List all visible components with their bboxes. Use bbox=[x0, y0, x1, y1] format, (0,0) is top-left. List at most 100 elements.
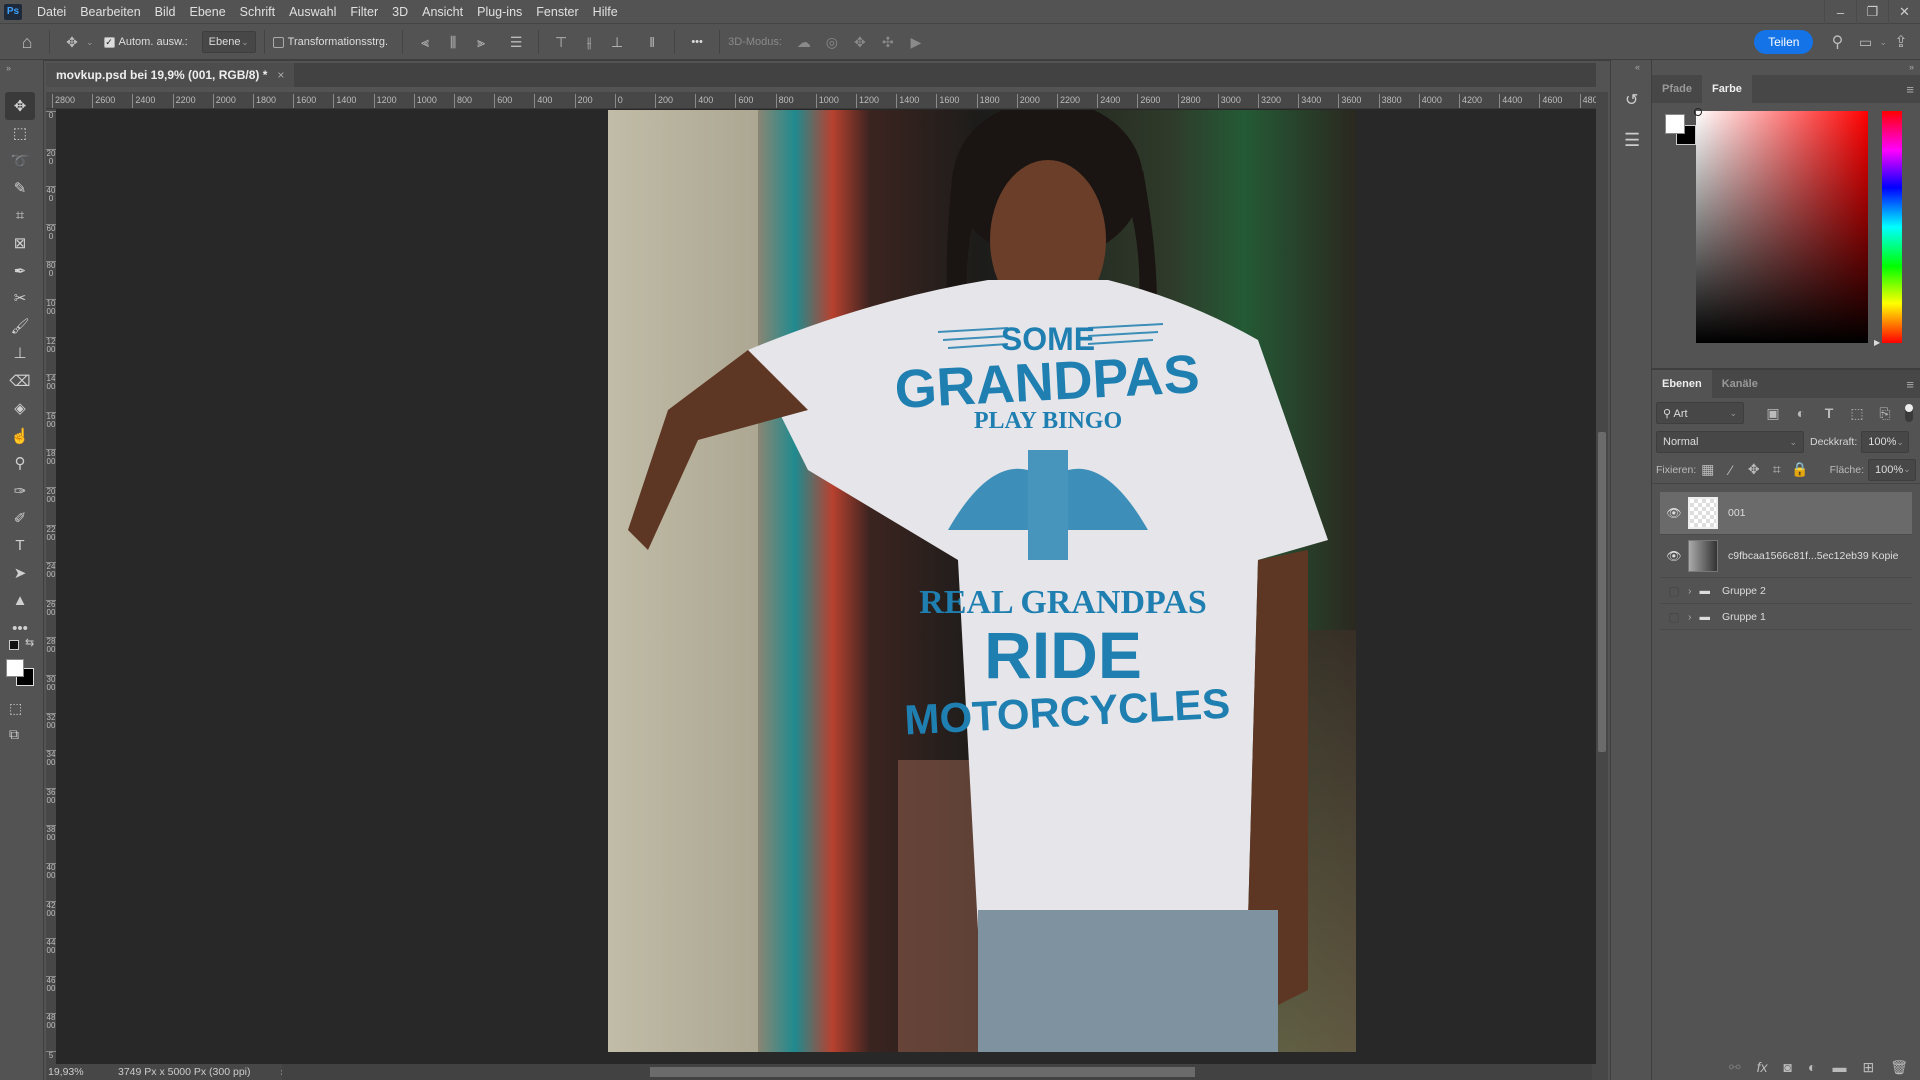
color-picker-cursor[interactable] bbox=[1694, 108, 1702, 116]
layer-row[interactable]: 👁 001 bbox=[1660, 492, 1912, 535]
color-picker-field[interactable] bbox=[1696, 111, 1868, 343]
filter-type-icon[interactable]: T bbox=[1818, 402, 1840, 424]
chevron-down-icon[interactable]: ⌄ bbox=[1903, 464, 1911, 475]
new-layer-icon[interactable]: ⊞ bbox=[1862, 1059, 1874, 1076]
horizontal-scrollbar[interactable] bbox=[282, 1064, 1592, 1080]
libraries-icon[interactable]: ☰ bbox=[1624, 130, 1640, 151]
tab-farbe[interactable]: Farbe bbox=[1701, 75, 1752, 103]
move-tool-preset-icon[interactable]: ✥ bbox=[61, 31, 83, 53]
menu-3d[interactable]: 3D bbox=[385, 5, 415, 19]
screen-mode-icon[interactable]: ⧉ bbox=[9, 726, 19, 743]
workspace-icon[interactable]: ▭ bbox=[1854, 31, 1876, 53]
curvature-pen-tool-icon[interactable]: ✐ bbox=[5, 505, 35, 533]
close-tab-icon[interactable]: × bbox=[277, 68, 284, 82]
horizontal-scrollbar-thumb[interactable] bbox=[650, 1067, 1195, 1077]
share-export-icon[interactable]: ⇪ bbox=[1890, 31, 1912, 53]
auto-select-target-dropdown[interactable]: Ebene ⌄ bbox=[201, 31, 256, 53]
filter-adjustment-icon[interactable]: ◐ bbox=[1790, 402, 1812, 424]
menu-plugins[interactable]: Plug-ins bbox=[470, 5, 529, 19]
visibility-box[interactable]: ▢ bbox=[1660, 610, 1688, 624]
menu-hilfe[interactable]: Hilfe bbox=[586, 5, 625, 19]
filter-shape-icon[interactable]: ⬚ bbox=[1846, 402, 1868, 424]
chevron-down-icon[interactable]: ⌄ bbox=[1879, 37, 1887, 48]
collapse-panels-icon[interactable]: « bbox=[1635, 62, 1640, 72]
menu-datei[interactable]: Datei bbox=[30, 5, 73, 19]
layer-group-row[interactable]: ▢ › ▬ Gruppe 1 bbox=[1660, 604, 1912, 630]
foreground-color-swatch[interactable] bbox=[1665, 114, 1685, 134]
auto-select-checkbox[interactable]: ✓ Autom. ausw.: bbox=[103, 36, 188, 48]
move-tool-icon[interactable]: ✥ bbox=[5, 92, 35, 120]
frame-tool-icon[interactable]: ⊠ bbox=[5, 230, 35, 258]
type-tool-icon[interactable]: T bbox=[5, 532, 35, 560]
path-select-tool-icon[interactable]: ➤ bbox=[5, 560, 35, 588]
tab-ebenen[interactable]: Ebenen bbox=[1652, 370, 1712, 398]
quick-mask-icon[interactable]: ⬚ bbox=[9, 700, 22, 717]
filter-toggle[interactable] bbox=[1905, 404, 1913, 422]
zoom-level[interactable]: 19,93% bbox=[48, 1066, 108, 1078]
3d-orbit-icon[interactable]: ☁ bbox=[793, 31, 815, 53]
menu-bearbeiten[interactable]: Bearbeiten bbox=[73, 5, 147, 19]
fx-icon[interactable]: fx bbox=[1757, 1059, 1768, 1076]
align-left-icon[interactable]: ⫷ bbox=[414, 31, 436, 53]
visibility-eye-icon[interactable]: 👁 bbox=[1660, 506, 1688, 520]
search-icon[interactable]: ⚲ bbox=[1826, 31, 1848, 53]
marquee-tool-icon[interactable]: ⬚ bbox=[5, 120, 35, 148]
home-icon[interactable]: ⌂ bbox=[16, 31, 38, 53]
canvas-area[interactable]: SOME GRANDPAS PLAY BINGO REAL GRANDPAS R… bbox=[56, 109, 1596, 1064]
add-mask-icon[interactable]: ◙ bbox=[1784, 1059, 1792, 1076]
document-image[interactable]: SOME GRANDPAS PLAY BINGO REAL GRANDPAS R… bbox=[608, 110, 1356, 1052]
close-window-button[interactable]: ✕ bbox=[1888, 0, 1920, 24]
share-button[interactable]: Teilen bbox=[1754, 30, 1814, 54]
menu-ebene[interactable]: Ebene bbox=[183, 5, 233, 19]
chevron-right-icon[interactable]: › bbox=[1688, 585, 1692, 597]
filter-smart-object-icon[interactable]: ⎘ bbox=[1874, 402, 1896, 424]
hue-slider-handle[interactable]: ▶ bbox=[1874, 338, 1880, 347]
shape-tool-icon[interactable]: ▲ bbox=[5, 587, 35, 615]
menu-schrift[interactable]: Schrift bbox=[233, 5, 282, 19]
menu-ansicht[interactable]: Ansicht bbox=[415, 5, 470, 19]
smudge-tool-icon[interactable]: ☝ bbox=[5, 422, 35, 450]
lock-artboard-icon[interactable]: ⌗ bbox=[1768, 459, 1785, 481]
dodge-tool-icon[interactable]: ⚲ bbox=[5, 450, 35, 478]
document-tab[interactable]: movkup.psd bei 19,9% (001, RGB/8) * × bbox=[46, 63, 295, 87]
lock-pixels-icon[interactable]: ⁄ bbox=[1722, 459, 1739, 481]
tab-pfade[interactable]: Pfade bbox=[1652, 75, 1702, 103]
distribute-vertical-icon[interactable]: ‖ bbox=[641, 31, 663, 53]
hue-slider[interactable] bbox=[1882, 111, 1902, 343]
transform-controls-checkbox[interactable]: Transformationsstrg. bbox=[272, 36, 388, 48]
filter-pixel-icon[interactable]: ▣ bbox=[1762, 402, 1784, 424]
menu-fenster[interactable]: Fenster bbox=[529, 5, 585, 19]
checkbox-unchecked-icon[interactable] bbox=[272, 36, 284, 48]
stamp-tool-icon[interactable]: ⊥ bbox=[5, 340, 35, 368]
foreground-color-swatch[interactable] bbox=[6, 659, 24, 677]
layer-row[interactable]: 👁 c9fbcaa1566c81f...5ec12eb39 Kopie bbox=[1660, 535, 1912, 578]
3d-pan-icon[interactable]: ✥ bbox=[849, 31, 871, 53]
align-bottom-icon[interactable]: ⊥ bbox=[606, 31, 628, 53]
delete-layer-icon[interactable]: 🗑 bbox=[1890, 1059, 1908, 1076]
3d-roll-icon[interactable]: ◎ bbox=[821, 31, 843, 53]
vertical-scrollbar[interactable] bbox=[1596, 92, 1608, 1064]
chevron-right-icon[interactable]: › bbox=[1688, 611, 1692, 623]
vertical-scrollbar-thumb[interactable] bbox=[1598, 432, 1606, 752]
panel-menu-icon[interactable]: ≡ bbox=[1906, 75, 1914, 103]
opacity-input[interactable]: 100% ⌄ bbox=[1861, 431, 1910, 453]
menu-filter[interactable]: Filter bbox=[343, 5, 385, 19]
layer-group-row[interactable]: ▢ › ▬ Gruppe 2 bbox=[1660, 578, 1912, 604]
align-middle-vertical-icon[interactable]: ⫲ bbox=[578, 31, 600, 53]
history-icon[interactable]: ↺ bbox=[1625, 90, 1638, 110]
lock-transparency-icon[interactable]: ▦ bbox=[1699, 459, 1716, 481]
bucket-tool-icon[interactable]: ◈ bbox=[5, 395, 35, 423]
lasso-tool-icon[interactable]: ➰ bbox=[5, 147, 35, 175]
object-select-tool-icon[interactable]: ✎ bbox=[5, 175, 35, 203]
menu-bild[interactable]: Bild bbox=[148, 5, 183, 19]
pen-tool-icon[interactable]: ✑ bbox=[5, 477, 35, 505]
minimize-button[interactable]: – bbox=[1824, 0, 1856, 24]
3d-slide-icon[interactable]: ✣ bbox=[877, 31, 899, 53]
align-top-icon[interactable]: ⊤ bbox=[550, 31, 572, 53]
vertical-ruler[interactable]: 0 200 400 600 800 1000 1200 1400 1600 1800 2000 220… bbox=[46, 109, 56, 1064]
lock-all-icon[interactable]: 🔒 bbox=[1791, 459, 1808, 481]
visibility-box[interactable]: ▢ bbox=[1660, 584, 1688, 598]
chevron-down-icon[interactable]: ⌄ bbox=[1896, 437, 1904, 448]
chevron-down-icon[interactable]: ⌄ bbox=[86, 37, 94, 48]
align-center-horizontal-icon[interactable]: ⫼ bbox=[442, 31, 464, 53]
